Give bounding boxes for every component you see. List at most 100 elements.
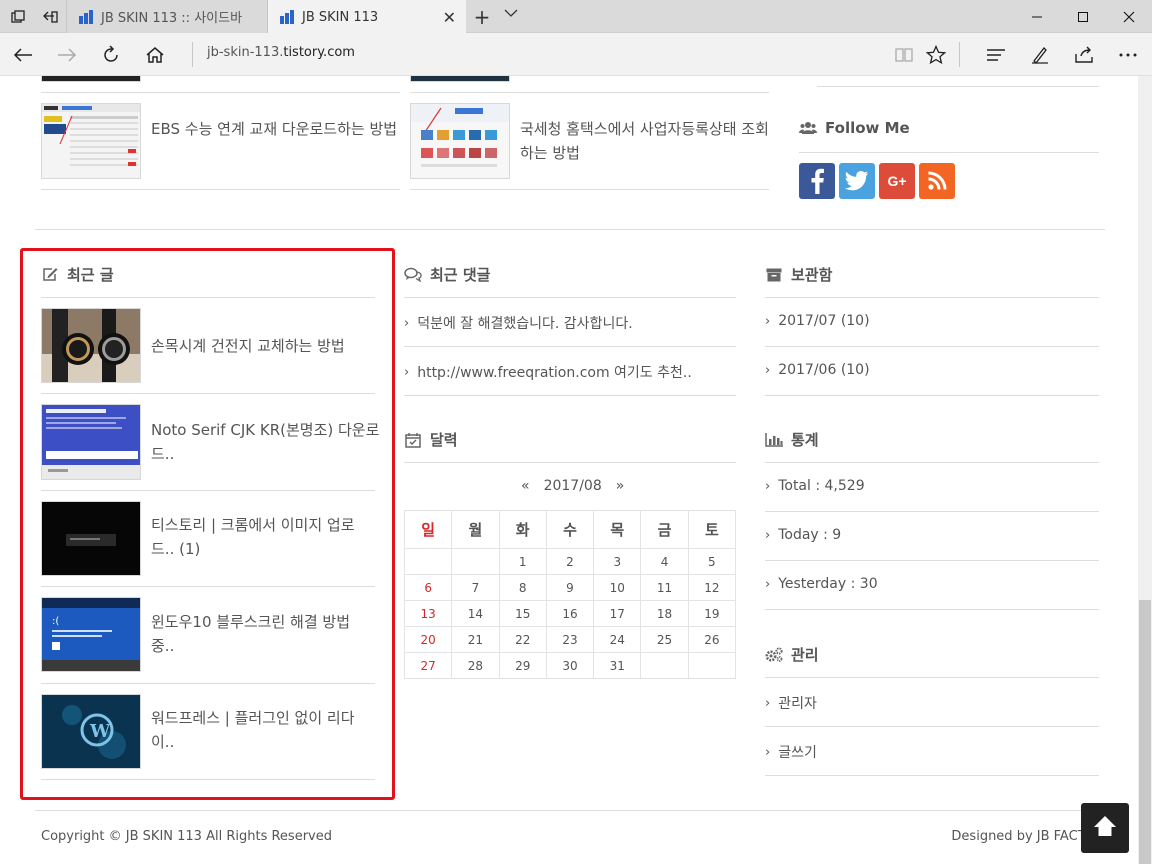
calendar-week-row: 12345 [403, 548, 737, 575]
calendar-day[interactable]: 8 [498, 574, 547, 601]
browser-titlebar: JB SKIN 113 :: 사이드바 JB SKIN 113 ✕ + [0, 0, 1152, 34]
calendar-day[interactable]: 9 [545, 574, 595, 601]
stats-yesterday: Yesterday : 30 [778, 576, 878, 592]
comment-item[interactable]: › http://www.freeqration.com 여기도 추천.. [404, 362, 692, 382]
calendar-day[interactable]: 7 [451, 574, 500, 601]
home-icon[interactable] [137, 33, 173, 76]
tab-sidebar[interactable]: JB SKIN 113 :: 사이드바 [66, 0, 268, 33]
archive-item[interactable]: › 2017/07 (10) [765, 313, 870, 329]
calendar-day[interactable]: 13 [403, 600, 453, 627]
chevron-down-icon[interactable] [504, 6, 518, 22]
archive-item[interactable]: › 2017/06 (10) [765, 362, 870, 378]
calendar-day[interactable]: 12 [687, 574, 737, 601]
widget-title-label: 최근 댓글 [430, 266, 491, 284]
url-field[interactable]: jb-skin-113.tistory.com [207, 45, 355, 60]
divider [765, 677, 1099, 678]
web-note-icon[interactable] [1022, 33, 1058, 76]
calendar-day[interactable]: 21 [451, 626, 500, 653]
post-thumbnail[interactable] [410, 103, 510, 179]
scrollbar-thumb[interactable] [1139, 600, 1151, 864]
chevron-right-icon: › [765, 527, 771, 543]
calendar-day[interactable]: 26 [687, 626, 737, 653]
divider [817, 86, 1099, 87]
calendar-day[interactable]: 24 [593, 626, 642, 653]
url-host: tistory.com [283, 45, 355, 60]
favorite-star-icon[interactable] [918, 33, 954, 76]
facebook-icon[interactable] [799, 163, 835, 199]
calendar-day[interactable]: 20 [403, 626, 453, 653]
divider [404, 462, 736, 463]
calendar-day[interactable]: 19 [687, 600, 737, 627]
post-title[interactable]: 국세청 홈택스에서 사업자등록상태 조회하는 방법 [520, 117, 770, 165]
back-icon[interactable] [5, 33, 41, 76]
calendar-day[interactable]: 17 [593, 600, 642, 627]
tab-jb-skin[interactable]: JB SKIN 113 ✕ [268, 0, 466, 34]
calendar-day[interactable]: 14 [451, 600, 500, 627]
calendar-day[interactable]: 28 [451, 652, 500, 679]
calendar-day[interactable]: 2 [545, 548, 595, 575]
calendar-day[interactable]: 27 [403, 652, 453, 679]
twitter-icon[interactable] [839, 163, 875, 199]
widget-title-label: Follow Me [825, 119, 910, 137]
admin-link: 글쓰기 [778, 745, 817, 761]
comment-text: 덕분에 잘 해결했습니다. 감사합니다. [417, 316, 633, 332]
archive-text: 2017/06 (10) [778, 362, 870, 378]
divider [799, 152, 1099, 153]
calendar-next-button[interactable]: » [616, 478, 625, 494]
share-icon[interactable] [1066, 33, 1102, 76]
calendar-day[interactable]: 25 [640, 626, 689, 653]
comment-item[interactable]: › 덕분에 잘 해결했습니다. 감사합니다. [404, 313, 633, 333]
hub-icon[interactable] [978, 33, 1014, 76]
calendar-day[interactable]: 1 [498, 548, 547, 575]
tab-manager-icon[interactable] [2, 0, 34, 33]
admin-link: 관리자 [778, 696, 817, 712]
calendar-day[interactable]: 23 [545, 626, 595, 653]
calendar-week-row: 20 21 22 23 24 25 26 [403, 626, 737, 653]
post-thumbnail[interactable] [41, 103, 141, 179]
calendar-day[interactable]: 5 [687, 548, 737, 575]
calendar-day[interactable]: 3 [593, 548, 642, 575]
close-tab-icon[interactable]: ✕ [443, 8, 456, 27]
calendar-day [687, 652, 737, 679]
tab-label: JB SKIN 113 :: 사이드바 [101, 11, 243, 26]
close-window-icon[interactable] [1106, 0, 1152, 33]
widget-title-label: 통계 [791, 431, 819, 449]
weekday-header: 일 [403, 510, 453, 549]
calendar-day[interactable]: 30 [545, 652, 595, 679]
maximize-icon[interactable] [1060, 0, 1106, 33]
calendar-day[interactable]: 6 [403, 574, 453, 601]
admin-item[interactable]: › 관리자 [765, 693, 817, 713]
post-title[interactable]: EBS 수능 연계 교재 다운로드하는 방법 [151, 117, 401, 141]
address-bar: jb-skin-113.tistory.com [0, 33, 1152, 76]
calendar-day[interactable]: 16 [545, 600, 595, 627]
calendar-day[interactable]: 4 [640, 548, 689, 575]
calendar-day[interactable]: 31 [593, 652, 642, 679]
calendar-day[interactable]: 18 [640, 600, 689, 627]
calendar-day[interactable]: 15 [498, 600, 547, 627]
weekday-header: 화 [498, 510, 547, 549]
forward-icon[interactable] [49, 33, 85, 76]
calendar-weekday-row: 일 월 화 수 목 금 토 [403, 510, 737, 549]
reading-view-icon[interactable] [886, 33, 922, 76]
chevron-right-icon: › [404, 364, 410, 380]
calendar-day[interactable]: 29 [498, 652, 547, 679]
minimize-icon[interactable] [1014, 0, 1060, 33]
post-thumbnail[interactable] [41, 76, 141, 82]
post-thumbnail[interactable] [410, 76, 510, 82]
calendar-prev-button[interactable]: « [521, 478, 530, 494]
url-prefix: jb-skin-113. [207, 45, 284, 60]
new-tab-icon[interactable]: + [470, 5, 494, 29]
google-plus-icon[interactable]: G+ [879, 163, 915, 199]
set-aside-tabs-icon[interactable] [34, 0, 66, 33]
weekday-header: 목 [593, 510, 642, 549]
admin-item[interactable]: › 글쓰기 [765, 742, 817, 762]
calendar-day[interactable]: 11 [640, 574, 689, 601]
rss-icon[interactable] [919, 163, 955, 199]
calendar-day[interactable]: 22 [498, 626, 547, 653]
calendar-month: 2017/08 [543, 478, 602, 494]
scroll-to-top-button[interactable] [1081, 803, 1129, 853]
refresh-icon[interactable] [93, 33, 129, 76]
calendar-day[interactable]: 10 [593, 574, 642, 601]
more-icon[interactable] [1110, 33, 1146, 76]
calendar-week-row: 13 14 15 16 17 18 19 [403, 600, 737, 627]
